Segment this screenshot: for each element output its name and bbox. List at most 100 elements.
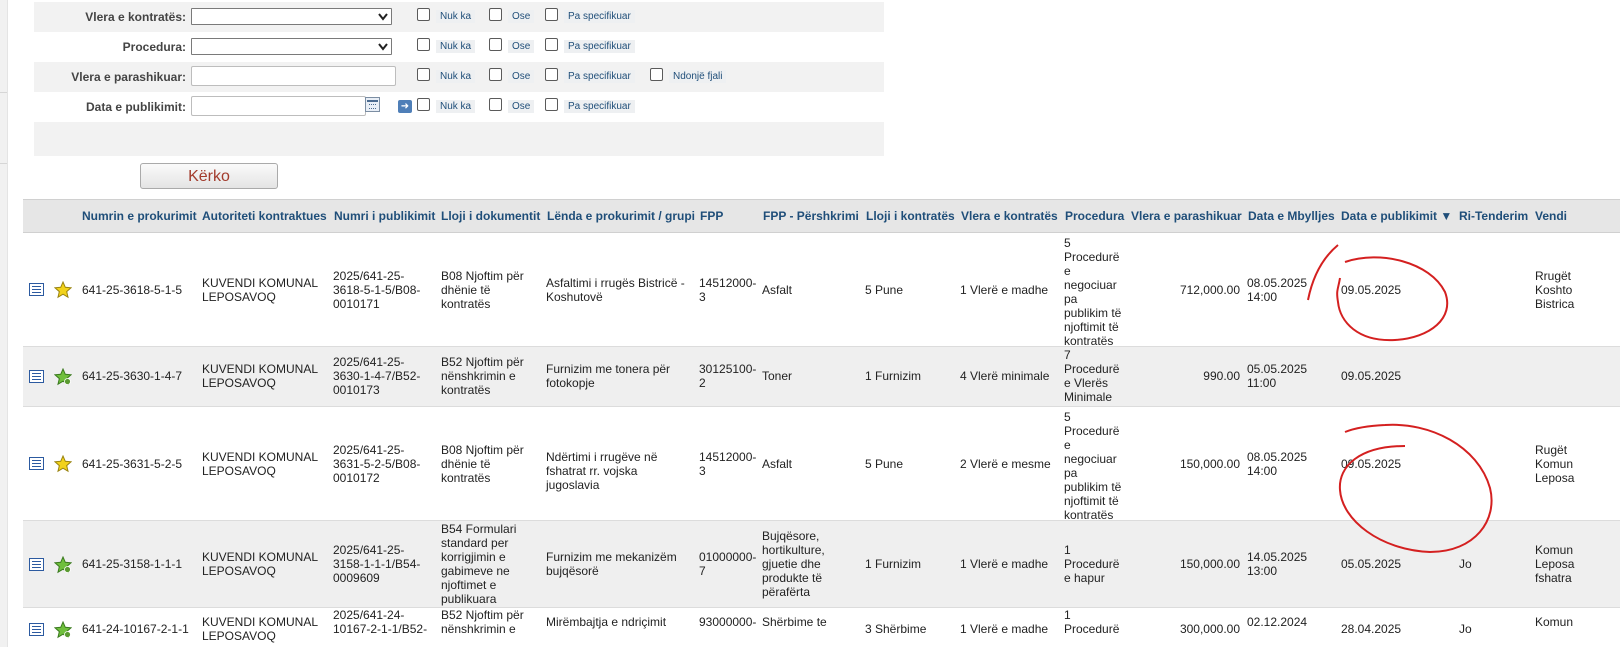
fpp-description: Toner	[762, 369, 793, 383]
contract-type: 5 Pune	[865, 283, 904, 297]
contract-value: 4 Vlerë minimale	[960, 369, 1050, 383]
publication-date: 09.05.2025	[1341, 283, 1402, 297]
table-row[interactable]: 641-25-3618-5-1-5 KUVENDI KOMUNAL LEPOSA…	[23, 233, 1620, 348]
procurement-subject: Ndërtimi i rrugëve në fshatrat rr. vojsk…	[546, 450, 658, 492]
table-row[interactable]: 641-25-3630-1-4-7 KUVENDI KOMUNAL LEPOSA…	[23, 347, 1620, 407]
option-label: Ose	[508, 100, 535, 113]
star-icon[interactable]	[54, 455, 72, 473]
fpp-description: Asfalt	[762, 457, 793, 471]
pa-specifikuar-checkbox[interactable]	[545, 38, 558, 51]
pa-specifikuar-checkbox[interactable]	[545, 98, 558, 111]
filter-label: Vlera e parashikuar:	[71, 70, 186, 84]
contracting-authority: KUVENDI KOMUNAL LEPOSAVOQ	[202, 276, 318, 304]
option-label: Nuk ka	[436, 40, 476, 53]
col-closing-date[interactable]: Data e Mbylljes	[1248, 209, 1335, 223]
option-label: Ose	[508, 40, 535, 53]
col-procurement-number[interactable]: Numrin e prokurimit	[82, 209, 197, 223]
contract-value: 1 Vlerë e madhe	[960, 283, 1049, 297]
nuk-ka-checkbox[interactable]	[417, 98, 430, 111]
contract-value: 1 Vlerë e madhe	[960, 557, 1049, 571]
fpp-code: 01000000-7	[699, 550, 757, 578]
filter-row-publication-date: Data e publikimit: ➜ Nuk ka Ose Pa speci…	[34, 92, 884, 122]
table-row[interactable]: 641-25-3158-1-1-1 KUVENDI KOMUNAL LEPOSA…	[23, 521, 1620, 608]
place: Komun Leposa fshatra	[1535, 543, 1575, 585]
nuk-ka-checkbox[interactable]	[417, 68, 430, 81]
pa-specifikuar-checkbox[interactable]	[545, 68, 558, 81]
publication-date: 09.05.2025	[1341, 457, 1402, 471]
col-procurement-subject[interactable]: Lënda e prokurimit / grupi	[547, 209, 695, 223]
closing-date: 14.05.2025 13:00	[1247, 550, 1308, 578]
col-retender[interactable]: Ri-Tenderim	[1459, 209, 1528, 223]
closing-date: 08.05.2025 14:00	[1247, 276, 1308, 304]
col-fpp[interactable]: FPP	[700, 209, 723, 223]
closing-date: 08.05.2025 14:00	[1247, 450, 1308, 478]
estimated-value: 990.00	[1203, 369, 1240, 383]
ose-checkbox[interactable]	[489, 38, 502, 51]
procurement-number[interactable]: 641-25-3631-5-2-5	[82, 457, 182, 471]
ose-checkbox[interactable]	[489, 8, 502, 21]
fpp-code: 93000000-	[699, 615, 757, 629]
document-icon[interactable]	[29, 370, 44, 383]
fpp-description: Asfalt	[762, 283, 793, 297]
option-label: Ose	[508, 10, 535, 23]
col-procedure[interactable]: Procedura	[1065, 209, 1124, 223]
closing-date: 02.12.2024	[1247, 615, 1308, 629]
publication-number: 2025/641-25-3631-5-2-5/B08-0010172	[333, 443, 421, 485]
col-estimated-value[interactable]: Vlera e parashikuar	[1131, 209, 1242, 223]
col-publication-date[interactable]: Data e publikimit ▼	[1341, 209, 1452, 223]
procurement-number[interactable]: 641-24-10167-2-1-1	[82, 622, 189, 636]
procurement-number[interactable]: 641-25-3158-1-1-1	[82, 557, 182, 571]
option-label: Pa specifikuar	[564, 40, 635, 53]
col-contracting-authority[interactable]: Autoriteti kontraktues	[202, 209, 327, 223]
fpp-code: 14512000-3	[699, 450, 757, 478]
table-row[interactable]: 641-25-3631-5-2-5 KUVENDI KOMUNAL LEPOSA…	[23, 407, 1620, 522]
star-icon[interactable]	[54, 556, 72, 574]
arrow-right-icon[interactable]: ➜	[398, 100, 412, 113]
calendar-icon[interactable]	[365, 97, 380, 112]
search-button[interactable]: Kërko	[140, 163, 278, 189]
estimated-value: 150,000.00	[1179, 557, 1240, 571]
col-contract-value[interactable]: Vlera e kontratës	[961, 209, 1058, 223]
pa-specifikuar-checkbox[interactable]	[545, 8, 558, 21]
col-document-type[interactable]: Lloji i dokumentit	[441, 209, 540, 223]
filter-row-estimated-value: Vlera e parashikuar: Nuk ka Ose Pa speci…	[34, 62, 884, 92]
col-place[interactable]: Vendi	[1535, 209, 1567, 223]
document-icon[interactable]	[29, 457, 44, 470]
any-phrase-checkbox[interactable]	[650, 68, 663, 81]
nuk-ka-checkbox[interactable]	[417, 38, 430, 51]
procurement-number[interactable]: 641-25-3630-1-4-7	[82, 369, 182, 383]
nuk-ka-checkbox[interactable]	[417, 8, 430, 21]
estimated-value: 300,000.00	[1179, 622, 1240, 636]
publication-number: 2025/641-24-10167-2-1-1/B52-	[333, 608, 428, 636]
retender: Jo	[1459, 622, 1472, 636]
col-publication-number[interactable]: Numri i publikimit	[334, 209, 435, 223]
publication-date-input[interactable]	[191, 96, 366, 116]
contract-value-select[interactable]	[191, 8, 392, 25]
procedure-select[interactable]	[191, 38, 392, 55]
col-contract-type[interactable]: Lloji i kontratës	[866, 209, 955, 223]
publication-number: 2025/641-25-3618-5-1-5/B08-0010171	[333, 269, 421, 311]
col-fpp-description[interactable]: FPP - Përshkrimi	[763, 209, 859, 223]
document-icon[interactable]	[29, 283, 44, 296]
ose-checkbox[interactable]	[489, 98, 502, 111]
place: Rrugët Koshto Bistrica	[1535, 269, 1575, 311]
procedure: 1 Procedurë	[1064, 608, 1120, 636]
procurement-number[interactable]: 641-25-3618-5-1-5	[82, 283, 182, 297]
contracting-authority: KUVENDI KOMUNAL LEPOSAVOQ	[202, 615, 318, 643]
filter-row-contract-value: Vlera e kontratës: Nuk ka Ose Pa specifi…	[34, 2, 884, 32]
contract-type: 3 Shërbime	[865, 622, 927, 636]
document-icon[interactable]	[29, 558, 44, 571]
star-icon[interactable]	[54, 368, 72, 386]
estimated-value-input[interactable]	[191, 66, 396, 86]
star-icon[interactable]	[54, 621, 72, 639]
procurement-subject: Furnizim me mekanizëm bujqësorë	[546, 550, 677, 578]
star-icon[interactable]	[54, 281, 72, 299]
contract-type: 5 Pune	[865, 457, 904, 471]
fpp-code: 30125100-2	[699, 362, 757, 390]
table-row[interactable]: 641-24-10167-2-1-1 KUVENDI KOMUNAL LEPOS…	[23, 608, 1620, 648]
document-icon[interactable]	[29, 623, 44, 636]
fpp-code: 14512000-3	[699, 276, 757, 304]
option-label: Pa specifikuar	[564, 70, 635, 83]
contracting-authority: KUVENDI KOMUNAL LEPOSAVOQ	[202, 450, 318, 478]
ose-checkbox[interactable]	[489, 68, 502, 81]
